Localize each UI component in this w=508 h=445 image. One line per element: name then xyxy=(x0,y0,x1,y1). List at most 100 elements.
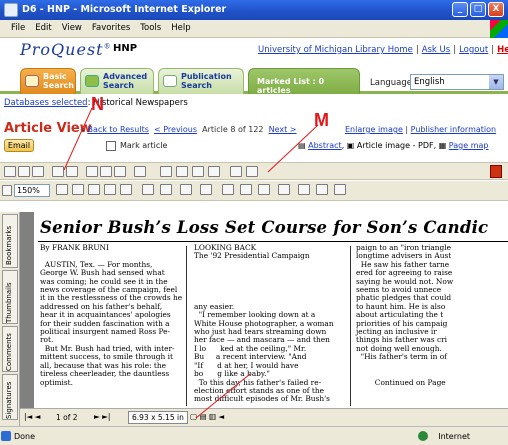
sidebar-tab-thumbnails[interactable]: Thumbnails xyxy=(2,270,18,324)
save-icon[interactable] xyxy=(4,166,16,177)
paste-icon[interactable] xyxy=(66,166,78,177)
mark-article-checkbox[interactable] xyxy=(106,141,116,151)
newspaper-page: Senior Bush’s Loss Set Course for Son’s … xyxy=(34,212,508,408)
tab-marked-label: Marked List : 0 articles xyxy=(257,77,325,95)
column-divider xyxy=(186,246,187,406)
back-view-icon[interactable] xyxy=(230,166,242,177)
tab-marked-list[interactable]: Marked List : 0 articles xyxy=(248,68,360,95)
next-link[interactable]: Next > xyxy=(269,125,297,134)
hand-tool-icon[interactable] xyxy=(142,184,154,195)
snapshot-icon[interactable] xyxy=(200,184,212,195)
nav-first-icon[interactable]: |◄ ◄ xyxy=(24,412,40,421)
article-column-3: paign to an "iron triangle longtime advi… xyxy=(356,243,454,387)
article-position: Article 8 of 122 xyxy=(202,125,264,134)
ask-us-link[interactable]: Ask Us xyxy=(422,45,451,55)
article-view-bar: Article View « Back to Results < Previou… xyxy=(4,121,508,137)
window-title: D6 - HNP - Microsoft Internet Explorer xyxy=(22,4,227,15)
status-zone: Internet xyxy=(438,432,470,441)
menu-tools[interactable]: Tools xyxy=(135,20,166,33)
highlight-icon[interactable] xyxy=(258,184,270,195)
language-label: Language: xyxy=(370,78,415,88)
proquest-logo[interactable]: ProQuest® xyxy=(20,40,112,59)
page-map-link[interactable]: Page map xyxy=(449,141,489,150)
menu-help[interactable]: Help xyxy=(166,20,195,33)
language-select[interactable]: English ▼ xyxy=(410,74,504,90)
text-select-icon[interactable] xyxy=(180,184,192,195)
note-icon[interactable] xyxy=(222,184,234,195)
article-tools: Enlarge image | Publisher information xyxy=(345,125,496,134)
pencil-icon[interactable] xyxy=(240,184,252,195)
window-title-bar[interactable]: D6 - HNP - Microsoft Internet Explorer _… xyxy=(0,0,508,20)
ie-window-icon xyxy=(4,3,18,17)
nav-last-icon[interactable]: ► ►| xyxy=(94,412,110,421)
sidebar-tab-comments[interactable]: Comments xyxy=(2,326,18,372)
email-icon[interactable] xyxy=(32,166,44,177)
publisher-info-link[interactable]: Publisher information xyxy=(411,125,496,134)
format-links: ▤ Abstract, ▣ Article image - PDF, ▦ Pag… xyxy=(298,141,489,150)
prev-page-icon[interactable] xyxy=(176,166,188,177)
tab-basic-search[interactable]: Basic Search xyxy=(20,68,76,94)
find-icon[interactable] xyxy=(100,166,112,177)
fit-page-icon[interactable] xyxy=(88,184,100,195)
minimize-button[interactable]: _ xyxy=(452,2,468,17)
menu-view[interactable]: View xyxy=(57,20,87,33)
logo-registered-mark: ® xyxy=(103,42,112,51)
logout-link[interactable]: Logout xyxy=(459,45,488,55)
email-button[interactable]: Email xyxy=(4,139,34,152)
copy-icon[interactable] xyxy=(52,166,64,177)
last-page-icon[interactable] xyxy=(208,166,220,177)
fit-width-icon[interactable] xyxy=(104,184,116,195)
abstract-icon: ▤ xyxy=(298,141,306,150)
menu-bar: File Edit View Favorites Tools Help xyxy=(0,20,508,38)
enlarge-image-link[interactable]: Enlarge image xyxy=(345,125,403,134)
stamp-icon[interactable] xyxy=(278,184,290,195)
page-layout-icon[interactable] xyxy=(134,166,146,177)
search-tabs: Basic Search Advanced Search Publication Se… xyxy=(0,60,508,95)
zoom-in-icon[interactable] xyxy=(56,184,68,195)
back-to-results-link[interactable]: Back to Results xyxy=(87,125,148,134)
previous-link[interactable]: < Previous xyxy=(154,125,197,134)
select-icon[interactable] xyxy=(114,166,126,177)
leader-line-n xyxy=(63,107,93,171)
review-icon[interactable] xyxy=(316,184,328,195)
back-arrow-icon: « xyxy=(80,125,85,134)
close-button[interactable]: X xyxy=(488,2,504,17)
menu-file[interactable]: File xyxy=(6,20,30,33)
article-image-pdf-label: Article image - PDF xyxy=(356,141,434,150)
maximize-button[interactable]: □ xyxy=(470,2,486,17)
library-home-link[interactable]: University of Michigan Library Home xyxy=(258,45,413,55)
sidebar-tab-signatures[interactable]: Signatures xyxy=(2,374,18,420)
rotate-icon[interactable] xyxy=(120,184,132,195)
acrobat-toolbar-2: 150% xyxy=(0,181,508,201)
product-name: HNP xyxy=(113,43,138,54)
forward-view-icon[interactable] xyxy=(246,166,258,177)
layout-icons[interactable]: ▢ ▤ ▥ ◄ xyxy=(190,412,224,421)
abstract-link[interactable]: Abstract xyxy=(308,141,342,150)
markup-icon[interactable] xyxy=(298,184,310,195)
next-page-icon[interactable] xyxy=(192,166,204,177)
page-indicator[interactable]: 1 of 2 xyxy=(56,413,78,422)
adobe-pdf-icon xyxy=(490,165,502,178)
zoom-out-icon[interactable] xyxy=(2,185,12,196)
chevron-down-icon[interactable]: ▼ xyxy=(489,75,503,89)
logo-text: ProQuest xyxy=(20,40,104,59)
tab-advanced-search[interactable]: Advanced Search xyxy=(80,68,154,94)
databases-selected-link[interactable]: Databases selected xyxy=(4,98,88,108)
help-link[interactable]: Help xyxy=(497,45,508,55)
tab-publication-label-2: Search xyxy=(181,81,212,90)
zoom-field[interactable]: 150% xyxy=(14,184,50,197)
pdf-viewer: Bookmarks Thumbnails Comments Signatures… xyxy=(0,212,508,426)
sidebar-tab-bookmarks[interactable]: Bookmarks xyxy=(2,214,18,268)
actual-size-icon[interactable] xyxy=(72,184,84,195)
article-column-1: By FRANK BRUNI AUSTIN, Tex. — For months… xyxy=(40,243,183,387)
article-column-2: LOOKING BACK The '92 Presidential Campai… xyxy=(194,243,334,404)
menu-edit[interactable]: Edit xyxy=(30,20,56,33)
zoom-tool-icon[interactable] xyxy=(160,184,172,195)
menu-favorites[interactable]: Favorites xyxy=(87,20,135,33)
first-page-icon[interactable] xyxy=(160,166,172,177)
search-icon[interactable] xyxy=(86,166,98,177)
tab-comments-label: Comments xyxy=(5,333,13,371)
print-icon[interactable] xyxy=(18,166,30,177)
tab-publication-search[interactable]: Publication Search xyxy=(158,68,244,94)
attach-icon[interactable] xyxy=(334,184,346,195)
